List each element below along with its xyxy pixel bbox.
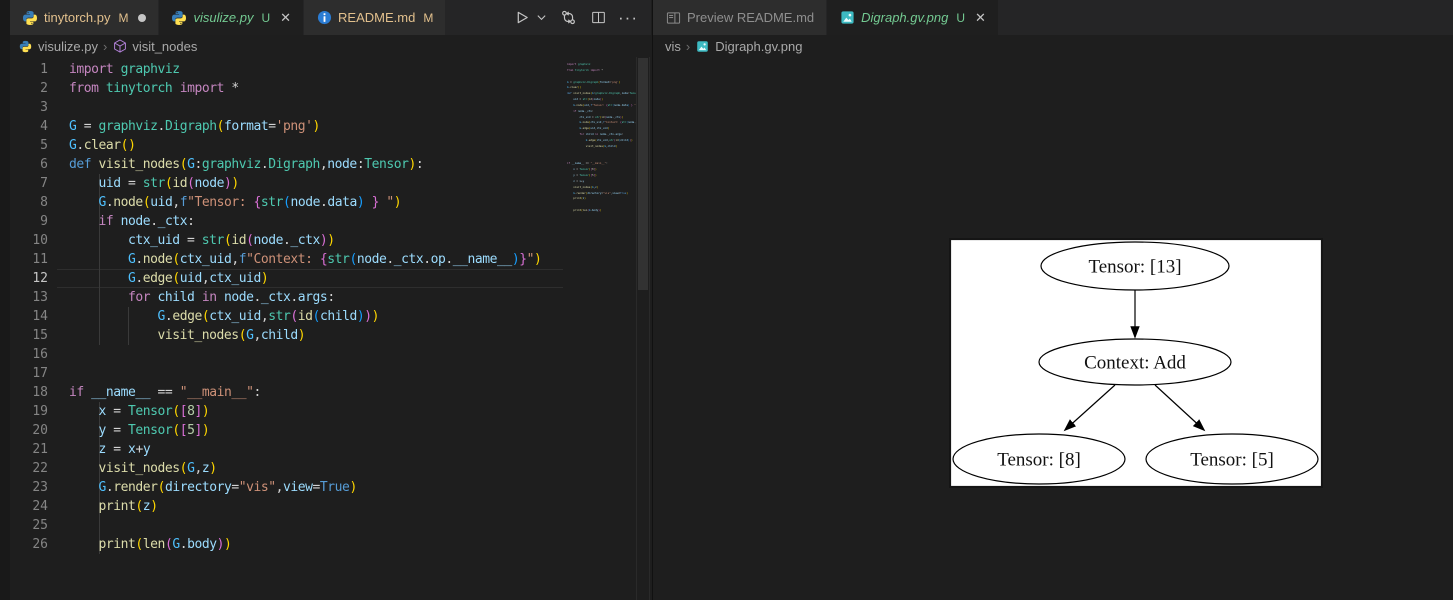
code-line[interactable]: print(z) [69,497,563,516]
breadcrumb-right: vis › Digraph.gv.png [653,35,1453,57]
minimap[interactable]: import graphvizfrom tinytorch import * G… [565,57,636,600]
window-left-edge [0,0,10,600]
breadcrumb-folder[interactable]: vis [665,39,681,54]
tab-label: README.md [338,10,415,25]
editor-actions: ··· [513,0,651,35]
tab-visulize-py[interactable]: visulize.py U ✕ [159,0,304,35]
breadcrumb-file[interactable]: Digraph.gv.png [715,39,802,54]
code-line[interactable]: print(len(G.body)) [69,535,563,554]
graph-node-tensor-13: Tensor: [13] [1041,242,1229,290]
breadcrumb-file[interactable]: visulize.py [38,39,98,54]
code-line[interactable]: uid = str(id(node)) [69,174,563,193]
tab-label: Preview README.md [687,10,814,25]
tab-tinytorch-py[interactable]: tinytorch.py M [10,0,159,35]
tab-digraph-png[interactable]: Digraph.gv.png U ✕ [827,0,999,35]
open-changes-icon[interactable] [559,9,577,27]
tabbar-left: tinytorch.py M visulize.py U ✕ [0,0,651,35]
editor-group-left: tinytorch.py M visulize.py U ✕ [0,0,651,600]
code-line[interactable]: from tinytorch import * [69,79,563,98]
tab-label: Digraph.gv.png [861,10,948,25]
code-line[interactable] [69,364,563,383]
editor-group-right: Preview README.md Digraph.gv.png U ✕ vis… [652,0,1453,600]
symbol-function-icon [112,39,127,54]
chevron-right-icon: › [103,39,107,54]
svg-text:Tensor: [8]: Tensor: [8] [997,450,1081,471]
chevron-right-icon: › [686,39,690,54]
code-editor[interactable]: 1234567891011121314151617181920212223242… [0,57,651,600]
tab-label: tinytorch.py [44,10,110,25]
vertical-scrollbar[interactable] [636,57,650,600]
python-icon [171,10,187,26]
minimap-code: import graphvizfrom tinytorch import * G… [567,62,636,214]
code-line[interactable]: print(len(G.body)) [567,208,636,214]
code-line[interactable] [69,345,563,364]
code-line[interactable]: G.clear() [69,136,563,155]
code-line[interactable]: G.edge(ctx_uid,str(id(child))) [567,138,636,144]
tabbar-right: Preview README.md Digraph.gv.png U ✕ [653,0,1453,35]
code-line[interactable]: y = Tensor([5]) [69,421,563,440]
tab-label: visulize.py [193,10,253,25]
svg-text:Tensor: [5]: Tensor: [5] [1190,450,1274,471]
git-modified-badge: M [118,11,128,25]
run-button[interactable] [513,9,531,27]
python-icon [18,39,33,54]
code-line[interactable]: import graphviz [69,60,563,79]
split-editor-icon[interactable] [589,9,607,27]
more-actions-icon[interactable]: ··· [619,9,637,27]
git-untracked-badge: U [261,11,270,25]
code-line[interactable]: visit_nodes(G,z) [69,459,563,478]
dirty-dot-icon[interactable] [138,14,146,22]
code-line[interactable]: for child in node._ctx.args: [69,288,563,307]
image-preview-pane[interactable]: Tensor: [13] Context: Add Tensor: [8] Te… [653,57,1453,600]
code-line[interactable]: G.node(uid,f"Tensor: {str(node.data) } "… [69,193,563,212]
open-preview-icon [665,10,681,26]
digraph-image[interactable]: Tensor: [13] Context: Add Tensor: [8] Te… [949,238,1323,488]
python-icon [22,10,38,26]
vscode-window: tinytorch.py M visulize.py U ✕ [0,0,1453,600]
git-untracked-badge: U [956,11,965,25]
graph-node-tensor-5: Tensor: [5] [1146,434,1318,484]
breadcrumb-left: visulize.py › visit_nodes [0,35,651,57]
code-line[interactable]: if node._ctx: [69,212,563,231]
git-modified-badge: M [423,11,433,25]
code-line[interactable]: z = x+y [69,440,563,459]
graph-node-context-add: Context: Add [1039,339,1231,385]
info-icon [316,10,332,26]
tab-preview-readme[interactable]: Preview README.md [653,0,827,35]
code-line[interactable] [69,516,563,535]
svg-text:Context: Add: Context: Add [1084,353,1186,374]
code-lines[interactable]: import graphvizfrom tinytorch import * G… [69,60,563,554]
code-line[interactable]: G = graphviz.Digraph(format='png') [69,117,563,136]
close-icon[interactable]: ✕ [975,11,986,24]
image-file-icon [839,10,855,26]
code-line[interactable]: G.node(uid,f"Tensor: {str(node.data) } "… [567,103,636,109]
code-line[interactable] [69,98,563,117]
code-line[interactable]: if __name__ == "__main__": [69,383,563,402]
code-line[interactable]: G.node(ctx_uid,f"Context: {str(node._ctx… [69,250,563,269]
scrollbar-thumb[interactable] [638,58,648,290]
breadcrumb-symbol[interactable]: visit_nodes [132,39,197,54]
run-dropdown-chevron-icon[interactable] [535,9,547,27]
svg-text:Tensor: [13]: Tensor: [13] [1088,257,1181,278]
code-line[interactable]: G.edge(ctx_uid,str(id(child))) [69,307,563,326]
code-line[interactable]: G.render(directory="vis",view=True) [69,478,563,497]
code-line[interactable]: visit_nodes(G,child) [69,326,563,345]
code-line[interactable]: G.edge(uid,ctx_uid) [69,269,563,288]
graph-node-tensor-8: Tensor: [8] [953,434,1125,484]
image-file-icon [695,39,710,54]
code-line[interactable]: def visit_nodes(G:graphviz.Digraph,node:… [69,155,563,174]
close-icon[interactable]: ✕ [280,11,291,24]
tab-readme-md[interactable]: README.md M [304,0,446,35]
code-line[interactable]: ctx_uid = str(id(node._ctx)) [69,231,563,250]
code-line[interactable]: x = Tensor([8]) [69,402,563,421]
